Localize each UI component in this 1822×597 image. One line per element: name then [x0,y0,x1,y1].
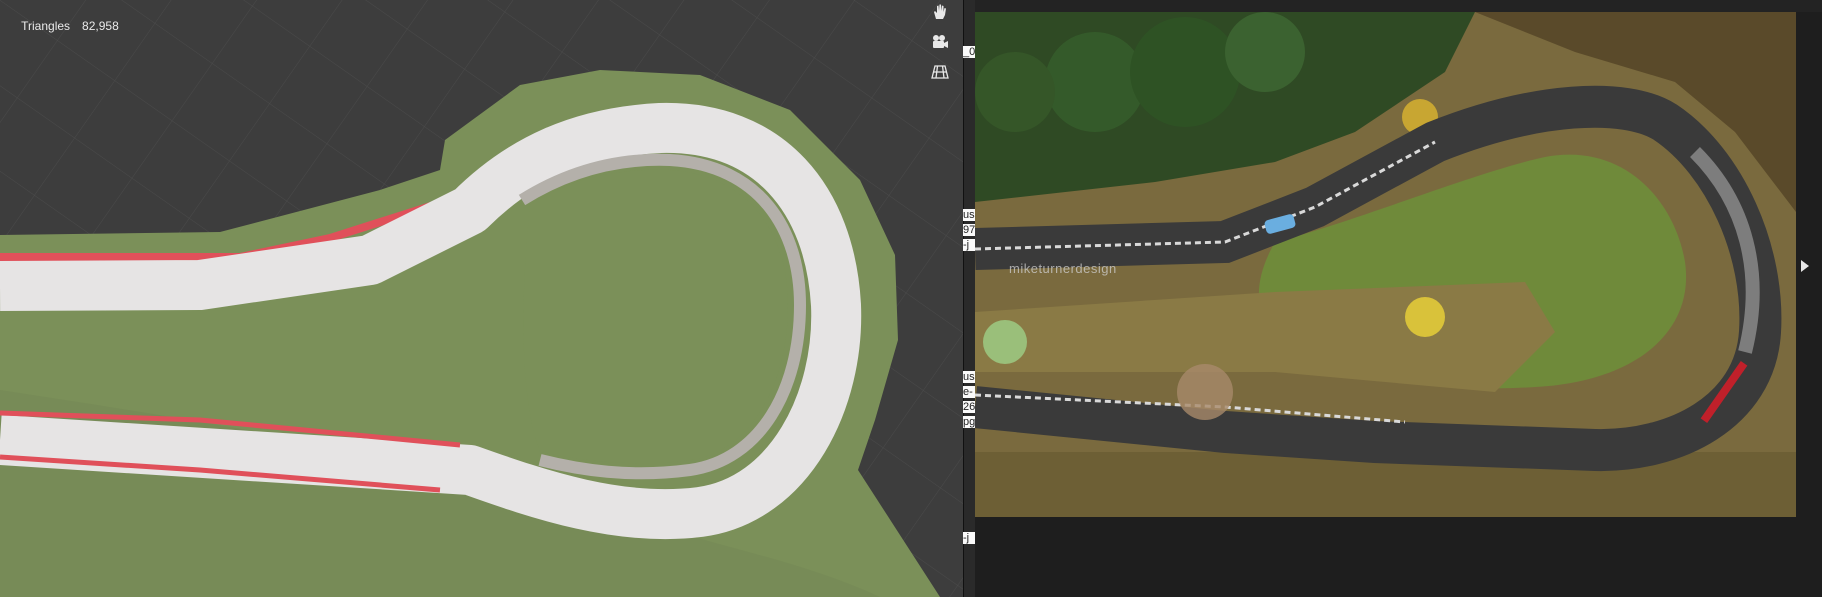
viewer-topbar [975,0,1822,12]
peek-text: e- [963,386,975,398]
camera-icon[interactable] [928,30,952,54]
infield-grass [523,169,788,464]
peek-text: us [963,371,975,383]
peek-text: _0 [963,46,975,58]
aerial-photo: miketurnerdesign [975,12,1796,517]
peek-text: -j [963,532,975,544]
photo-watermark: miketurnerdesign [1009,261,1117,276]
grid-plane-icon[interactable] [928,60,952,84]
peek-text: 26 [963,401,975,413]
peek-text: -j [963,239,975,251]
3d-viewport[interactable]: Triangles 82,958 [0,0,963,597]
stats-value: 82,958 [82,19,119,33]
triangle-stats: Triangles 82,958 [8,5,131,47]
stats-label: Triangles [21,19,71,33]
image-viewer: miketurnerdesign [975,0,1822,597]
peek-text: pg [963,416,975,428]
track-scene [0,0,963,597]
chevron-right-icon[interactable] [1792,252,1818,280]
peek-text: us [963,209,975,221]
pan-hand-icon[interactable] [928,0,952,24]
peek-text: 97 [963,224,975,236]
